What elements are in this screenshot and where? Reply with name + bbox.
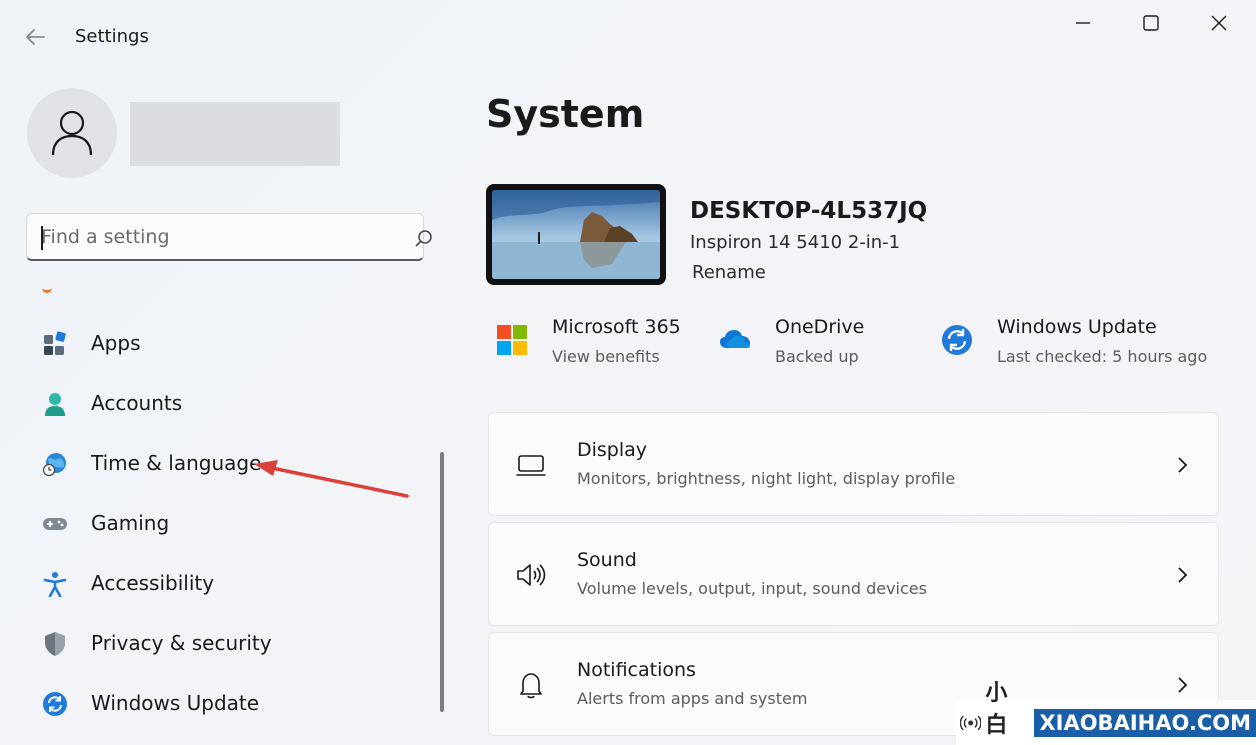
accessibility-icon: [42, 571, 68, 598]
search-box[interactable]: [26, 213, 432, 261]
bell-icon: [515, 669, 547, 701]
tile-subtitle: Last checked: 5 hours ago: [997, 347, 1208, 366]
search-icon[interactable]: [413, 228, 435, 250]
broadcast-icon: [960, 715, 982, 730]
sidebar-item-label: Accessibility: [91, 571, 215, 595]
avatar[interactable]: [27, 88, 117, 178]
card-title: Notifications: [577, 659, 696, 681]
gamepad-icon: [42, 511, 68, 537]
card-subtitle: Monitors, brightness, night light, displ…: [577, 469, 956, 488]
onedrive-cloud-icon: [719, 324, 751, 356]
shield-icon: [42, 631, 68, 657]
tile-subtitle: Backed up: [775, 347, 859, 366]
microsoft-365-icon: [496, 324, 528, 356]
annotation-arrow: [254, 460, 409, 498]
title-bar: Settings: [0, 0, 1256, 72]
apps-icon: [42, 331, 68, 357]
sidebar-scrollbar[interactable]: [440, 452, 444, 712]
setting-card-display[interactable]: Display Monitors, brightness, night ligh…: [488, 412, 1219, 516]
windows-update-icon: [941, 324, 973, 356]
sidebar-item-label: Gaming: [91, 511, 170, 535]
watermark-cn: 小白号: [985, 680, 1010, 745]
sidebar-item-windows-update[interactable]: Windows Update: [30, 678, 420, 730]
close-button[interactable]: [1202, 10, 1236, 38]
tile-title: Windows Update: [997, 316, 1157, 338]
card-subtitle: Volume levels, output, input, sound devi…: [577, 579, 927, 598]
card-title: Display: [577, 439, 648, 461]
sidebar-item-label: Windows Update: [91, 691, 260, 715]
main-content: System DESKTOP-4L537JQ Inspiron 14 5410 …: [460, 72, 1256, 745]
tile-title: Microsoft 365: [552, 316, 681, 338]
back-arrow-icon[interactable]: [22, 24, 48, 50]
sidebar-item-label: Apps: [91, 331, 141, 355]
setting-card-sound[interactable]: Sound Volume levels, output, input, soun…: [488, 522, 1219, 626]
user-icon: [51, 110, 93, 156]
sidebar-item-accounts[interactable]: Accounts: [30, 378, 420, 430]
user-name-redacted: [130, 102, 340, 166]
maximize-button[interactable]: [1134, 10, 1168, 38]
globe-clock-icon: [42, 451, 68, 477]
monitor-icon: [515, 449, 547, 481]
partial-nav-icon: [42, 287, 52, 293]
card-subtitle: Alerts from apps and system: [577, 689, 808, 708]
sidebar-item-accessibility[interactable]: Accessibility: [30, 558, 420, 610]
tile-subtitle: View benefits: [552, 347, 660, 366]
search-input[interactable]: [41, 222, 371, 252]
device-wallpaper-thumbnail[interactable]: [486, 184, 666, 285]
app-title: Settings: [75, 26, 149, 47]
card-title: Sound: [577, 549, 637, 571]
sidebar-item-privacy-security[interactable]: Privacy & security: [30, 618, 420, 670]
tile-windows-update[interactable]: Windows Update Last checked: 5 hours ago: [941, 314, 1221, 374]
watermark-badge: 小白号 XIAOBAIHAO.COM: [956, 681, 1256, 745]
sidebar: Apps Accounts Time & language: [0, 72, 460, 745]
accounts-icon: [42, 391, 68, 417]
sidebar-item-gaming[interactable]: Gaming: [30, 498, 420, 550]
sidebar-item-apps[interactable]: Apps: [30, 318, 420, 370]
page-title: System: [486, 92, 645, 136]
chevron-right-icon: [1175, 455, 1191, 475]
text-caret: [41, 226, 43, 250]
tile-onedrive[interactable]: OneDrive Backed up: [719, 314, 919, 374]
windows-update-icon: [42, 691, 68, 717]
chevron-right-icon: [1175, 565, 1191, 585]
rename-link[interactable]: Rename: [692, 262, 766, 283]
sidebar-item-label: Privacy & security: [91, 631, 272, 655]
tile-title: OneDrive: [775, 316, 865, 338]
watermark-en: XIAOBAIHAO.COM: [1034, 708, 1256, 737]
sidebar-item-label: Time & language: [91, 451, 262, 475]
chevron-right-icon: [1175, 675, 1191, 695]
device-model: Inspiron 14 5410 2-in-1: [690, 232, 901, 253]
speaker-icon: [515, 559, 547, 591]
minimize-button[interactable]: [1066, 10, 1100, 38]
device-name: DESKTOP-4L537JQ: [690, 198, 928, 224]
tile-microsoft-365[interactable]: Microsoft 365 View benefits: [496, 314, 706, 374]
sidebar-item-label: Accounts: [91, 391, 183, 415]
